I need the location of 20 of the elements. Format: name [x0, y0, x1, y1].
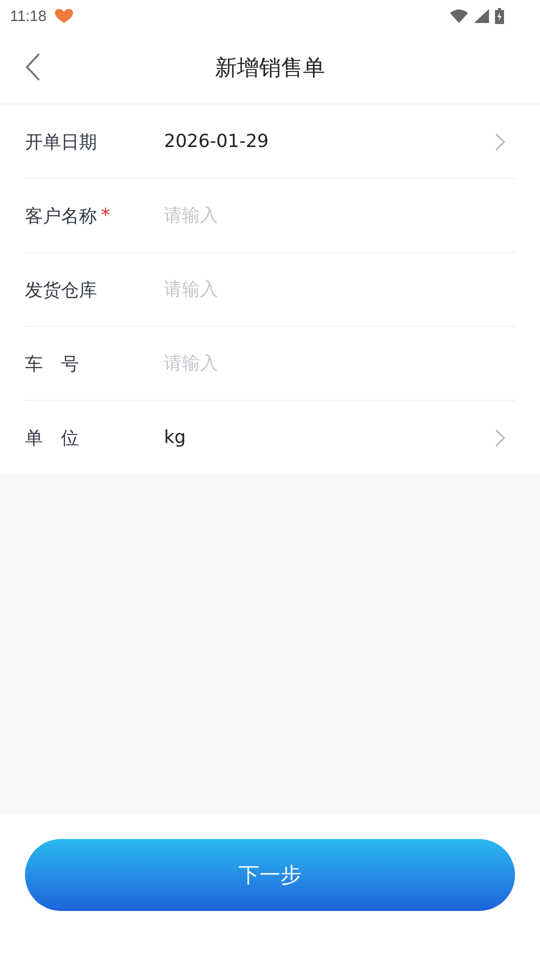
- field-label: 客户名称: [25, 204, 97, 228]
- status-time: 11:18: [10, 8, 46, 24]
- field-label: 单 位: [25, 426, 79, 450]
- page-title: 新增销售单: [215, 54, 325, 82]
- heart-icon: [54, 8, 74, 24]
- chevron-right-icon: [495, 132, 505, 150]
- battery-icon: [495, 8, 504, 24]
- input-field[interactable]: 请输入: [164, 275, 515, 304]
- back-icon[interactable]: [25, 53, 41, 81]
- wifi-icon: [450, 9, 468, 23]
- field-label: 开单日期: [25, 130, 97, 154]
- chevron-right-icon: [495, 428, 505, 446]
- input-field[interactable]: 请输入: [164, 201, 515, 230]
- field-label: 发货仓库: [25, 278, 97, 302]
- signal-icon: [474, 9, 489, 23]
- field-value[interactable]: 2026-01-29: [164, 131, 495, 152]
- field-label: 车 号: [25, 352, 79, 376]
- required-mark: *: [101, 205, 110, 226]
- input-field[interactable]: 请输入: [164, 349, 515, 378]
- field-value[interactable]: kg: [164, 427, 495, 448]
